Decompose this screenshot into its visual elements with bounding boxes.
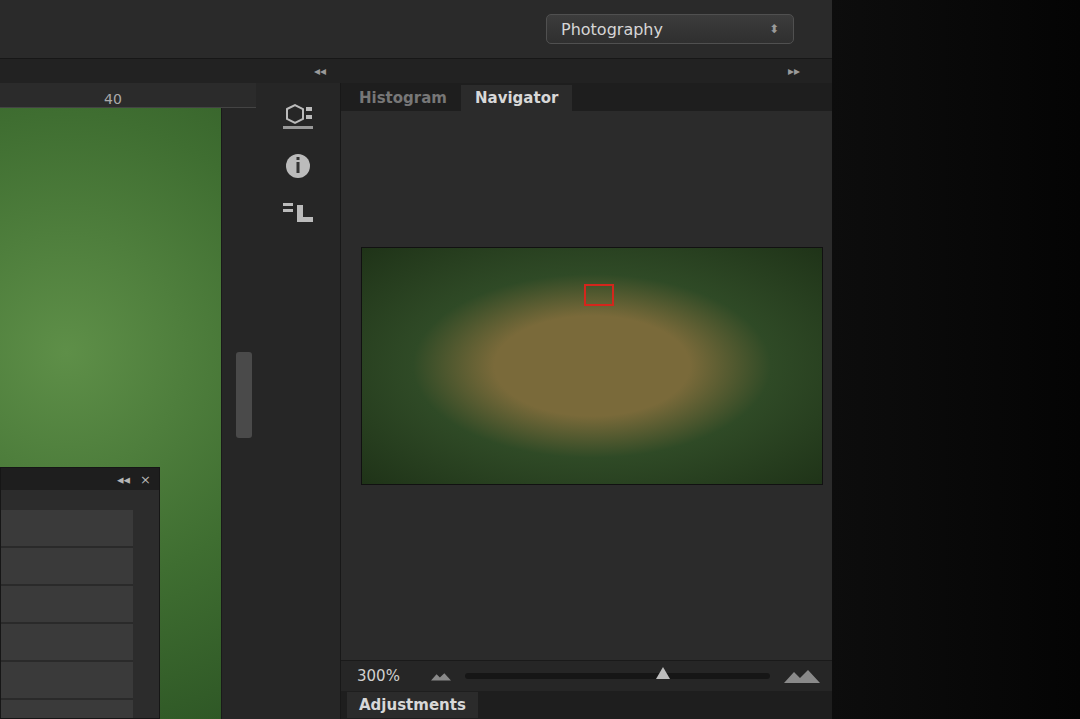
- adjustments-tab-row: Adjustments: [341, 691, 832, 719]
- panel-icon-strip: [256, 83, 341, 719]
- panel-dock: HistogramNavigator 300% Adjustments: [341, 83, 832, 719]
- monitor-bezel: [832, 0, 1080, 719]
- adjustments-tab[interactable]: Adjustments: [347, 692, 478, 718]
- collapse-left-button[interactable]: ◂◂: [310, 64, 330, 78]
- panel-close-button[interactable]: ×: [140, 472, 151, 487]
- navigator-preview[interactable]: [361, 247, 823, 485]
- zoom-slider-thumb[interactable]: [656, 667, 670, 679]
- collapse-right-button[interactable]: ▸▸: [784, 64, 804, 78]
- top-bar: Photography⬍: [0, 0, 832, 59]
- panel-collapse-button[interactable]: ◂◂: [117, 472, 130, 487]
- zoom-value[interactable]: 300%: [357, 667, 417, 685]
- canvas-area: 40 ◂◂ ×: [0, 83, 256, 719]
- view-rectangle[interactable]: [584, 284, 614, 306]
- floating-panel: ◂◂ ×: [0, 467, 160, 719]
- layer-comps-icon[interactable]: [279, 199, 317, 229]
- panel-tab[interactable]: Navigator: [461, 85, 572, 111]
- ruler-tick: 40: [104, 91, 122, 107]
- panel-list: [1, 510, 133, 718]
- zoom-bar: 300%: [341, 660, 832, 691]
- ruler: 40: [0, 83, 256, 108]
- scroll-thumb[interactable]: [236, 352, 252, 438]
- dropdown-arrows-icon[interactable]: ⬍: [765, 22, 783, 36]
- zoom-slider[interactable]: [465, 673, 770, 679]
- panel-tab[interactable]: Histogram: [345, 85, 461, 111]
- info-icon[interactable]: [279, 151, 317, 181]
- workspace-dropdown[interactable]: Photography⬍: [546, 14, 794, 44]
- zoom-mountain-icon[interactable]: [784, 669, 820, 683]
- photoshop-window: Photography⬍ ◂◂ ▸▸ 40 ◂◂ × HistogramNavigator 3…: [0, 0, 832, 719]
- collapse-strip: ◂◂ ▸▸: [0, 59, 832, 83]
- navigator-panel: [341, 111, 832, 660]
- panel-tabs: HistogramNavigator: [341, 83, 832, 111]
- vertical-scrollbar[interactable]: [221, 108, 256, 719]
- zoom-mountain-icon[interactable]: [431, 672, 451, 681]
- screen-photo: Photography⬍ ◂◂ ▸▸ 40 ◂◂ × HistogramNavigator 3…: [0, 0, 1080, 719]
- 3d-cube-icon[interactable]: [279, 103, 317, 133]
